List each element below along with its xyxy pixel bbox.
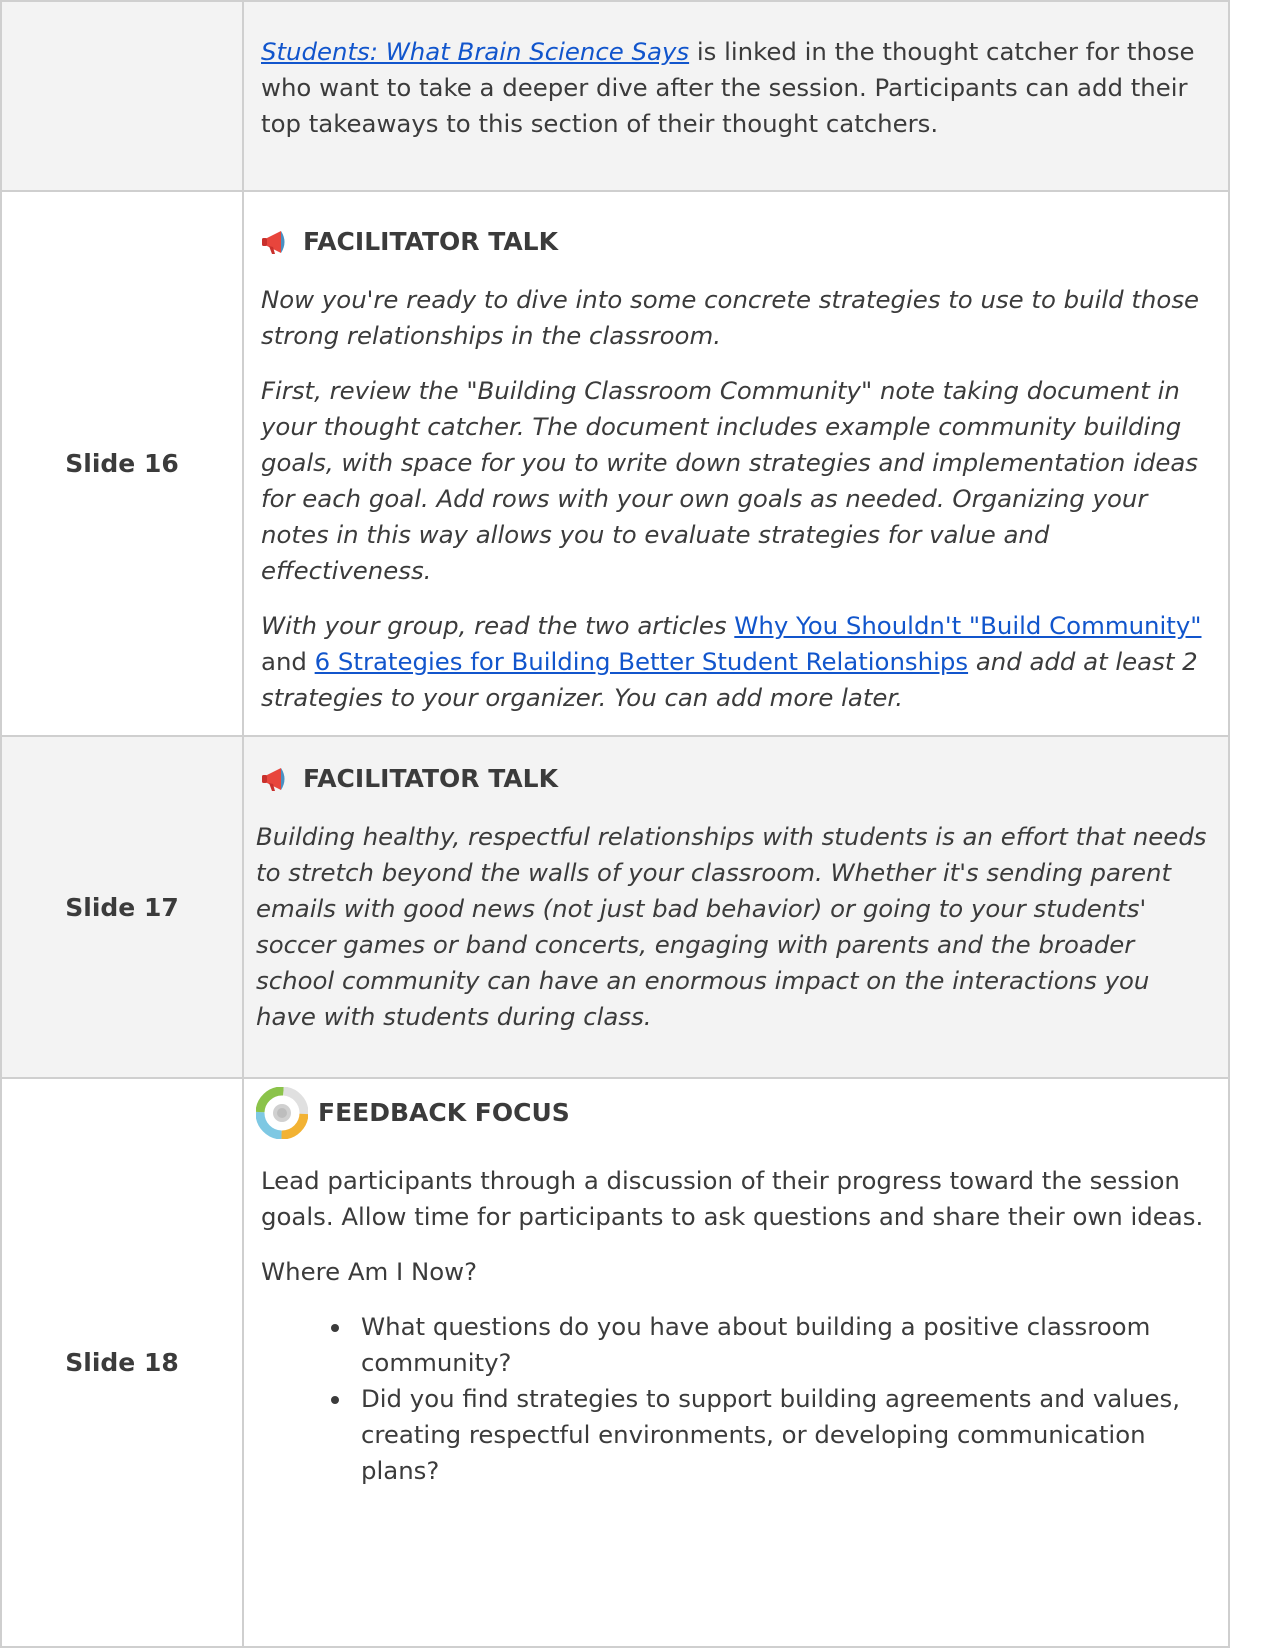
slide-label: Slide 17 (65, 892, 179, 922)
brain-science-link[interactable]: Students: What Brain Science Says (261, 37, 689, 66)
section-heading-text: FACILITATOR TALK (303, 227, 558, 256)
paragraph: Students: What Brain Science Says is lin… (261, 34, 1214, 142)
notes-cell: Students: What Brain Science Says is lin… (242, 0, 1230, 192)
paragraph-text: and (261, 647, 315, 676)
slide-label-cell: Slide 18 (0, 1077, 244, 1648)
list-item: What questions do you have about buildin… (353, 1309, 1214, 1381)
table-row: Slide 18 FEEDBACK FOCUS Lead participant… (0, 1077, 1230, 1648)
slide-label-cell (0, 0, 244, 192)
section-heading: FACILITATOR TALK (261, 224, 1214, 260)
slide-label: Slide 16 (65, 449, 179, 478)
table-row: Slide 16 FACILITATOR TALK Now you're rea… (0, 190, 1230, 737)
list-item: Did you find strategies to support build… (353, 1381, 1214, 1489)
paragraph: Lead participants through a discussion o… (261, 1166, 1204, 1231)
paragraph: Where Am I Now? (261, 1257, 478, 1286)
paragraph: Now you're ready to dive into some concr… (261, 285, 1200, 350)
slide-label-cell: Slide 17 (0, 735, 244, 1079)
slide-label-cell: Slide 16 (0, 190, 244, 737)
notes-cell: FEEDBACK FOCUS Lead participants through… (242, 1077, 1230, 1648)
paragraph: With your group, read the two articles W… (261, 608, 1214, 716)
notes-cell: FACILITATOR TALK Now you're ready to div… (242, 190, 1230, 737)
megaphone-icon (261, 228, 293, 256)
section-heading-text: FACILITATOR TALK (303, 764, 558, 793)
paragraph: Building healthy, respectful relationshi… (256, 822, 1207, 1031)
bullet-list: What questions do you have about buildin… (261, 1309, 1214, 1489)
slide-notes-table: Students: What Brain Science Says is lin… (0, 0, 1230, 1648)
student-relationships-article-link[interactable]: 6 Strategies for Building Better Student… (315, 647, 968, 676)
paragraph-text: With your group, read the two articles (261, 611, 735, 640)
section-heading: FEEDBACK FOCUS (255, 1086, 1214, 1140)
section-heading-text: FEEDBACK FOCUS (318, 1098, 570, 1127)
paragraph: First, review the "Building Classroom Co… (261, 376, 1198, 585)
megaphone-icon (261, 765, 293, 793)
notes-cell: FACILITATOR TALK Building healthy, respe… (242, 735, 1230, 1079)
table-row: Students: What Brain Science Says is lin… (0, 0, 1230, 192)
build-community-article-link[interactable]: Why You Shouldn't "Build Community" (734, 611, 1201, 640)
slide-label: Slide 18 (65, 1348, 179, 1377)
section-heading: FACILITATOR TALK (261, 761, 1214, 797)
table-row: Slide 17 FACILITATOR TALK Building healt… (0, 735, 1230, 1079)
feedback-cycle-icon (255, 1086, 309, 1140)
